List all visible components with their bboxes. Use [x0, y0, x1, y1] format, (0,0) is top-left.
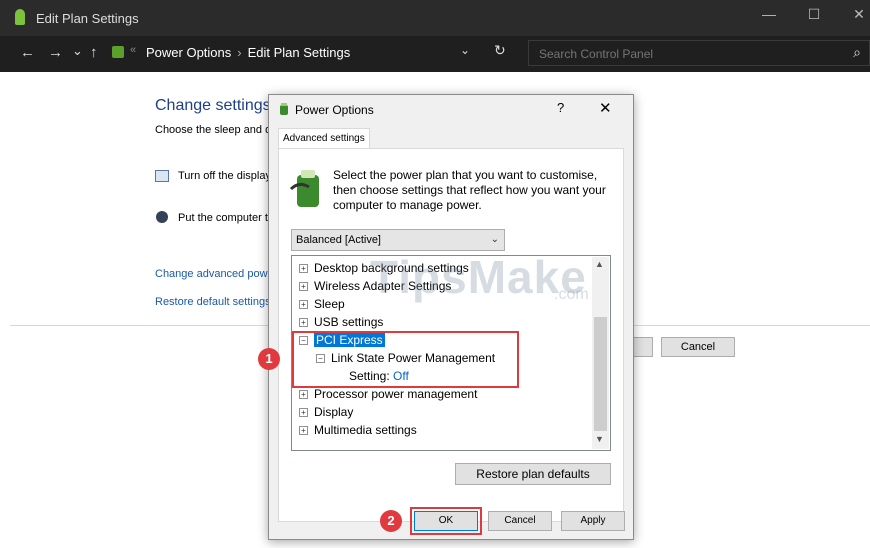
back-arrow-icon[interactable]: ←	[20, 44, 35, 61]
tree-item-multimedia[interactable]: + Multimedia settings	[299, 422, 417, 439]
chevron-down-icon: ⌄	[490, 234, 499, 245]
breadcrumb-power-options[interactable]: Power Options	[146, 45, 231, 60]
refresh-icon[interactable]: ↻	[494, 42, 506, 59]
battery-plan-icon	[289, 170, 319, 207]
maximize-button[interactable]: ☐	[799, 6, 829, 23]
power-plan-selected: Balanced [Active]	[296, 234, 381, 246]
help-button[interactable]: ?	[557, 100, 564, 115]
change-advanced-link[interactable]: Change advanced powe	[155, 268, 274, 280]
save-changes-button[interactable]	[633, 337, 653, 357]
dialog-close-button[interactable]: ✕	[599, 99, 612, 117]
tree-item-display[interactable]: + Display	[299, 404, 353, 421]
expand-icon[interactable]: +	[299, 426, 308, 435]
search-icon[interactable]: ⌕	[853, 44, 861, 61]
annotation-badge-2: 2	[380, 510, 402, 532]
expand-icon[interactable]: +	[299, 408, 308, 417]
expand-icon[interactable]: +	[299, 318, 308, 327]
search-box[interactable]: ⌕	[528, 40, 870, 66]
scroll-down-icon[interactable]: ▼	[595, 434, 604, 444]
recent-locations-icon[interactable]: ⌄	[72, 43, 83, 59]
cancel-button[interactable]: Cancel	[661, 337, 735, 357]
expand-icon[interactable]: +	[299, 282, 308, 291]
watermark-suffix: .com	[554, 286, 589, 303]
scroll-up-icon[interactable]: ▲	[595, 259, 604, 269]
tree-item-usb-settings[interactable]: + USB settings	[299, 314, 383, 331]
power-options-icon	[280, 103, 288, 115]
breadcrumb-separator-icon: ›	[237, 45, 242, 60]
apply-button[interactable]: Apply	[561, 511, 625, 531]
tree-scrollbar[interactable]: ▲ ▼	[592, 257, 609, 449]
tab-advanced-settings[interactable]: Advanced settings	[278, 128, 370, 149]
tree-item-processor[interactable]: + Processor power management	[299, 386, 477, 403]
address-dropdown-icon[interactable]: ⌄	[460, 43, 470, 57]
power-options-dialog: Power Options ? ✕ Advanced settings Sele…	[268, 94, 634, 540]
up-arrow-icon[interactable]: ↑	[90, 44, 98, 61]
tree-item-sleep[interactable]: + Sleep	[299, 296, 345, 313]
sleep-label: Put the computer t	[178, 212, 268, 224]
dialog-cancel-button[interactable]: Cancel	[488, 511, 552, 531]
dialog-description: Select the power plan that you want to c…	[333, 168, 606, 212]
close-window-button[interactable]: ✕	[844, 6, 870, 23]
breadcrumb-edit-plan[interactable]: Edit Plan Settings	[248, 45, 351, 60]
display-icon	[155, 170, 169, 182]
breadcrumb: Power Options › Edit Plan Settings	[146, 45, 356, 60]
page-subtitle: Choose the sleep and di	[155, 124, 274, 136]
dialog-title: Power Options	[295, 103, 374, 117]
sleep-moon-icon	[156, 211, 168, 223]
turn-off-display-label: Turn off the display	[178, 170, 271, 182]
search-input[interactable]	[537, 46, 841, 62]
annotation-highlight-ok	[410, 507, 482, 535]
minimize-button[interactable]: —	[754, 6, 784, 22]
breadcrumb-chevron-icon: «	[130, 44, 137, 56]
restore-plan-defaults-button[interactable]: Restore plan defaults	[455, 463, 611, 485]
power-plan-icon	[15, 9, 25, 25]
scrollbar-thumb[interactable]	[594, 317, 607, 431]
expand-icon[interactable]: +	[299, 264, 308, 273]
power-plan-select[interactable]: Balanced [Active] ⌄	[291, 229, 505, 251]
window-titlebar: Edit Plan Settings — ☐ ✕	[0, 0, 870, 36]
control-panel-icon	[112, 46, 124, 58]
annotation-highlight-pci	[292, 331, 519, 388]
annotation-badge-1: 1	[258, 348, 280, 370]
page-title: Change settings	[155, 97, 271, 114]
expand-icon[interactable]: +	[299, 390, 308, 399]
expand-icon[interactable]: +	[299, 300, 308, 309]
forward-arrow-icon[interactable]: →	[48, 44, 63, 61]
window-title: Edit Plan Settings	[36, 11, 139, 26]
restore-defaults-link[interactable]: Restore default settings	[155, 296, 271, 308]
